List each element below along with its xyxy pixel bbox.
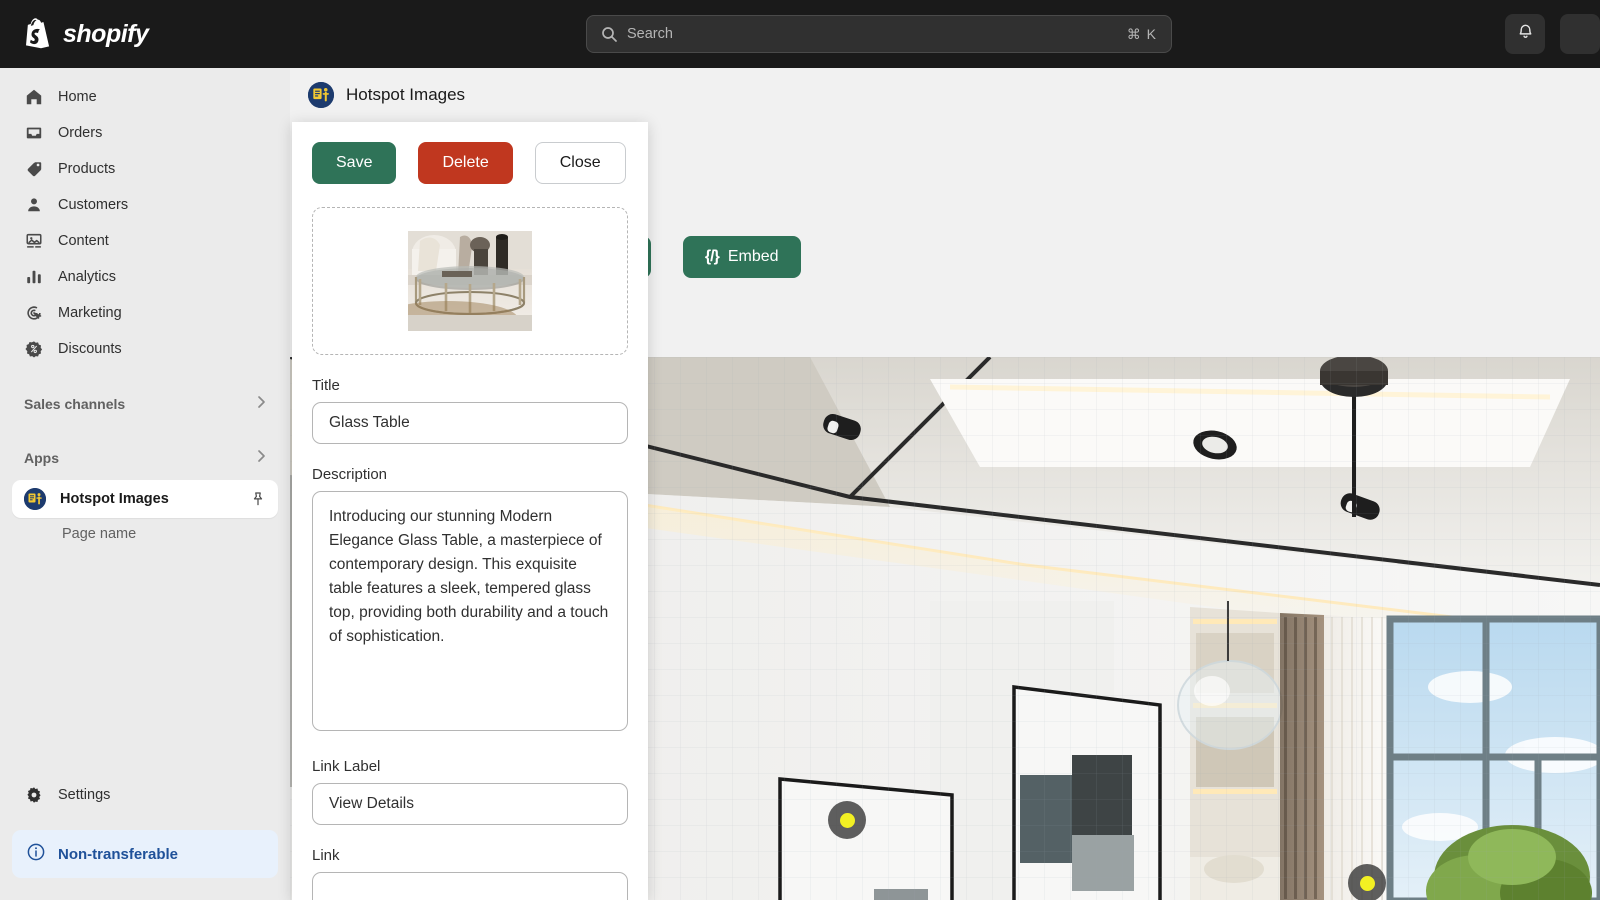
save-button[interactable]: Save (312, 142, 397, 184)
panel-actions: Save Delete Close (292, 122, 648, 184)
hotspot-images-app-icon (24, 488, 46, 510)
sidebar-item-analytics[interactable]: Analytics (12, 260, 278, 294)
gear-icon (24, 785, 44, 805)
hotspot-thumbnail (408, 231, 532, 331)
product-tag-icon (24, 159, 44, 179)
top-bar: shopify Search ⌘ K (0, 0, 1600, 68)
hotspot-images-app-icon (308, 82, 334, 108)
store-avatar-button[interactable] (1560, 14, 1600, 54)
title-input[interactable] (312, 402, 628, 444)
target-cursor-icon (24, 303, 44, 323)
hotspot-dot (1359, 875, 1375, 891)
sidebar-item-products[interactable]: Products (12, 152, 278, 186)
sidebar-item-settings[interactable]: Settings (12, 778, 278, 812)
sidebar-item-content[interactable]: Content (12, 224, 278, 258)
field-description: Description Introducing our stunning Mod… (312, 466, 628, 736)
notifications-button[interactable] (1505, 14, 1545, 54)
orders-inbox-icon (24, 123, 44, 143)
description-label: Description (312, 466, 388, 483)
global-search[interactable]: Search ⌘ K (586, 15, 1172, 53)
sidebar-item-label: Products (58, 161, 116, 177)
discount-badge-icon (24, 339, 44, 359)
link-label-input[interactable] (312, 783, 628, 825)
hotspot-marker-glass-table[interactable] (828, 801, 866, 839)
sidebar-item-label: Discounts (58, 341, 122, 357)
title-label: Title (312, 377, 340, 394)
apps-label: Apps (24, 450, 59, 466)
person-icon (24, 195, 44, 215)
sidebar-item-home[interactable]: Home (12, 80, 278, 114)
sidebar-item-label: Hotspot Images (60, 491, 169, 507)
code-braces-icon: {/} (704, 248, 720, 265)
search-shortcut: ⌘ K (1126, 25, 1157, 42)
page-header: Hotspot Images (290, 68, 1600, 122)
sidebar-item-marketing[interactable]: Marketing (12, 296, 278, 330)
shopify-bag-icon (22, 17, 54, 51)
delete-button[interactable]: Delete (418, 142, 513, 184)
sidebar-item-label: Home (58, 89, 97, 105)
field-link-label: Link Label (312, 758, 628, 825)
sidebar-section-sales-channels[interactable]: Sales channels (12, 388, 278, 420)
info-circle-icon (26, 842, 46, 867)
sidebar-item-label: Content (58, 233, 109, 249)
sales-channels-label: Sales channels (24, 396, 126, 412)
field-link: Link (312, 847, 628, 900)
sidebar-item-orders[interactable]: Orders (12, 116, 278, 150)
image-dropzone[interactable] (312, 207, 628, 355)
sidebar-item-label: Marketing (58, 305, 122, 321)
non-transferable-banner[interactable]: Non-transferable (12, 830, 278, 878)
link-input[interactable] (312, 872, 628, 900)
content-image-icon (24, 231, 44, 251)
chevron-right-icon (257, 449, 266, 467)
sidebar-section-apps[interactable]: Apps (12, 442, 278, 474)
shopify-logo[interactable]: shopify (22, 17, 149, 51)
close-button[interactable]: Close (534, 142, 626, 184)
bar-chart-icon (24, 267, 44, 287)
sidebar-item-label: Orders (58, 125, 103, 141)
field-title: Title (312, 377, 628, 444)
hotspot-edit-panel: Save Delete Close Title Glass Table Desc… (292, 122, 648, 900)
sidebar-subitem-label: Page name (62, 526, 137, 542)
banner-label: Non-transferable (58, 845, 179, 863)
sidebar: Home Orders Products Customers Content A… (0, 68, 290, 900)
sidebar-item-discounts[interactable]: Discounts (12, 332, 278, 366)
sidebar-item-customers[interactable]: Customers (12, 188, 278, 222)
sidebar-item-hotspot-images[interactable]: Hotspot Images (12, 480, 278, 518)
description-textarea[interactable]: Introducing our stunning Modern Elegance… (312, 491, 628, 731)
chevron-right-icon (257, 395, 266, 413)
search-input[interactable]: Search (627, 26, 1127, 42)
hotspot-dot (839, 812, 855, 828)
embed-button[interactable]: {/} Embed (682, 236, 801, 278)
bell-icon (1516, 22, 1535, 46)
shopify-wordmark: shopify (63, 19, 149, 48)
link-label-label: Link Label (312, 758, 381, 775)
settings-label: Settings (58, 787, 111, 803)
pin-icon[interactable] (250, 491, 266, 507)
hotspot-marker-plant[interactable] (1348, 864, 1386, 900)
sidebar-subitem-page-name[interactable]: Page name (12, 518, 278, 550)
search-icon (601, 26, 617, 42)
home-icon (24, 87, 44, 107)
embed-label: Embed (727, 248, 779, 265)
sidebar-item-label: Customers (58, 197, 129, 213)
page-title: Hotspot Images (346, 85, 466, 104)
sidebar-item-label: Analytics (58, 269, 117, 285)
link-label: Link (312, 847, 340, 864)
